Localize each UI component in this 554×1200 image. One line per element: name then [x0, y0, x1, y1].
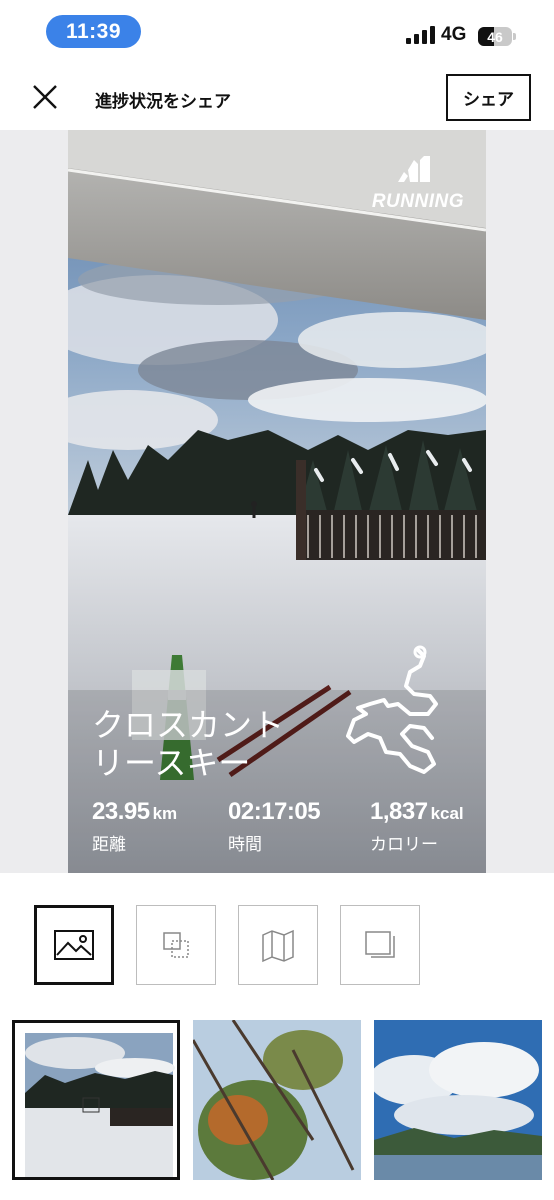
- close-icon: [33, 85, 57, 109]
- template-overlay-button[interactable]: [136, 905, 216, 985]
- stat-time: 02:17:05 時間: [228, 798, 323, 855]
- image-icon: [54, 930, 94, 960]
- ski-field-photo: [15, 1023, 177, 1177]
- battery-percent: 46: [487, 28, 503, 45]
- brand-logo: RUNNING: [371, 154, 464, 213]
- stack-icon: [365, 931, 395, 958]
- thumbnail-tree[interactable]: [193, 1020, 361, 1180]
- stat-time-label: 時間: [228, 835, 262, 854]
- tree-photo: [193, 1020, 361, 1180]
- battery-tip: [513, 33, 516, 40]
- clouds-lake-photo: [374, 1020, 542, 1180]
- route-map-icon: [346, 645, 438, 774]
- status-bar: 11:39 4G 46: [0, 0, 554, 62]
- status-time[interactable]: 11:39: [46, 15, 141, 48]
- thumbnail-ski-field[interactable]: [12, 1020, 180, 1180]
- page-title: 進捗状況をシェア: [95, 92, 231, 111]
- stat-time-value: 02:17:05: [228, 798, 321, 825]
- close-button[interactable]: [28, 80, 62, 114]
- share-button[interactable]: シェア: [446, 74, 531, 121]
- share-card-preview[interactable]: RUNNING クロスカント リースキー 23.95 km 距離 02:17:05 …: [68, 130, 486, 873]
- stat-calories: 1,837 kcal カロリー: [370, 798, 464, 855]
- map-icon: [262, 929, 294, 963]
- stat-calories-value: 1,837: [370, 798, 428, 825]
- stat-distance-unit: km: [152, 804, 178, 823]
- preview-area: RUNNING クロスカント リースキー 23.95 km 距離 02:17:05 …: [0, 130, 554, 873]
- brand-word: RUNNING: [371, 191, 464, 212]
- layers-icon: [163, 932, 189, 958]
- battery-icon: 46: [478, 27, 512, 46]
- network-type: 4G: [441, 24, 467, 45]
- stat-distance-label: 距離: [92, 835, 126, 854]
- adidas-logo-icon: [397, 154, 430, 182]
- header: 進捗状況をシェア シェア: [0, 62, 554, 130]
- template-picker: [0, 905, 554, 987]
- template-photo-button[interactable]: [34, 905, 114, 985]
- template-stack-button[interactable]: [340, 905, 420, 985]
- signal-icon: [406, 26, 435, 44]
- stat-distance: 23.95 km 距離: [92, 798, 177, 855]
- photo-thumbnails: [0, 1020, 554, 1200]
- stat-calories-unit: kcal: [430, 804, 464, 823]
- stat-distance-value: 23.95: [92, 798, 150, 825]
- stat-calories-label: カロリー: [370, 835, 438, 854]
- template-map-button[interactable]: [238, 905, 318, 985]
- thumbnail-clouds-lake[interactable]: [374, 1020, 542, 1180]
- activity-name: クロスカント リースキー: [92, 707, 285, 781]
